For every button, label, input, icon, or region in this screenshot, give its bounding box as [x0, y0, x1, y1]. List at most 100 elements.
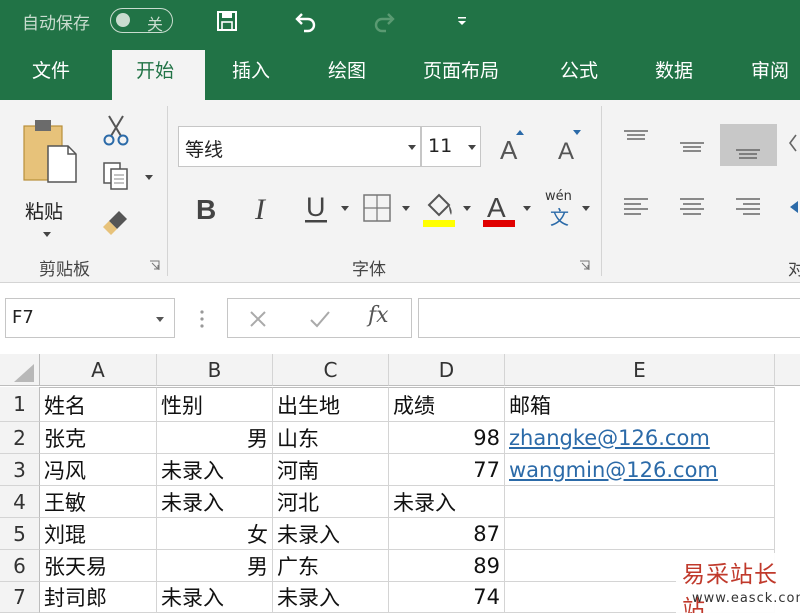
row-header-4[interactable]: 4	[0, 486, 40, 518]
cell-b2[interactable]: 男	[157, 422, 273, 454]
cell-e2[interactable]: zhangke@126.com	[505, 422, 775, 454]
phonetic-guide-button[interactable]: wén 文	[544, 189, 576, 231]
cell-a7[interactable]: 封司郎	[40, 582, 157, 613]
cell-d5[interactable]: 87	[389, 518, 505, 550]
font-color-dropdown-caret[interactable]	[523, 206, 531, 211]
customize-qat-button[interactable]	[446, 6, 478, 36]
font-name-dropdown-caret[interactable]	[408, 145, 416, 150]
tab-review[interactable]: 审阅	[751, 56, 789, 83]
bold-button[interactable]: B	[188, 188, 224, 228]
column-header-d[interactable]: D	[389, 354, 505, 386]
font-name-box[interactable]: 等线	[178, 126, 421, 167]
formula-bar-grip-icon[interactable]	[198, 308, 206, 330]
cell-c4[interactable]: 河北	[273, 486, 389, 518]
cell-a4[interactable]: 王敏	[40, 486, 157, 518]
copy-dropdown-caret[interactable]	[145, 175, 153, 180]
align-center-button[interactable]	[674, 190, 710, 224]
column-header-overflow[interactable]	[775, 354, 800, 386]
align-bottom-button[interactable]	[720, 124, 777, 166]
cell-c5[interactable]: 未录入	[273, 518, 389, 550]
cell-e4[interactable]	[505, 486, 775, 518]
name-box[interactable]: F7	[5, 298, 175, 338]
cell-c3[interactable]: 河南	[273, 454, 389, 486]
paste-dropdown-caret[interactable]	[43, 232, 51, 237]
align-left-button[interactable]	[618, 190, 654, 224]
cell-d3[interactable]: 77	[389, 454, 505, 486]
underline-button[interactable]: U	[298, 188, 334, 228]
tab-draw[interactable]: 绘图	[328, 56, 366, 83]
cell-c2[interactable]: 山东	[273, 422, 389, 454]
row-header-2[interactable]: 2	[0, 422, 40, 454]
decrease-font-size-button[interactable]: A	[552, 124, 586, 166]
borders-button[interactable]	[360, 191, 394, 225]
cell-c7[interactable]: 未录入	[273, 582, 389, 613]
row-header-7[interactable]: 7	[0, 582, 40, 613]
column-header-b[interactable]: B	[157, 354, 273, 386]
font-size-dropdown-caret[interactable]	[468, 145, 476, 150]
row-header-6[interactable]: 6	[0, 550, 40, 582]
column-header-c[interactable]: C	[273, 354, 389, 386]
fill-color-dropdown-caret[interactable]	[463, 206, 471, 211]
cell-a3[interactable]: 冯风	[40, 454, 157, 486]
undo-button[interactable]	[290, 6, 322, 36]
align-right-button[interactable]	[730, 190, 766, 224]
column-header-e[interactable]: E	[505, 354, 775, 386]
format-painter-button[interactable]	[98, 204, 134, 240]
tab-data[interactable]: 数据	[655, 56, 693, 83]
select-all-button[interactable]	[0, 354, 40, 386]
cell-c1[interactable]: 出生地	[273, 387, 389, 422]
insert-function-button[interactable]: fx	[368, 303, 389, 328]
phonetic-dropdown-caret[interactable]	[582, 206, 590, 211]
tab-insert[interactable]: 插入	[232, 56, 270, 83]
cell-b5[interactable]: 女	[157, 518, 273, 550]
tab-home[interactable]: 开始	[112, 50, 205, 100]
increase-font-size-button[interactable]: A	[494, 124, 528, 166]
cut-button[interactable]	[98, 112, 134, 148]
tab-page-layout[interactable]: 页面布局	[423, 56, 499, 83]
orientation-button[interactable]	[784, 128, 800, 158]
paste-button[interactable]	[16, 112, 82, 190]
copy-button[interactable]	[98, 158, 134, 194]
formula-input[interactable]	[418, 298, 800, 338]
cell-b6[interactable]: 男	[157, 550, 273, 582]
cell-b7[interactable]: 未录入	[157, 582, 273, 613]
cell-a5[interactable]: 刘琨	[40, 518, 157, 550]
fill-color-button[interactable]	[420, 188, 458, 230]
cell-e3[interactable]: wangmin@126.com	[505, 454, 775, 486]
cell-a1[interactable]: 姓名	[40, 387, 157, 422]
cancel-entry-button[interactable]	[240, 305, 276, 333]
cell-e1[interactable]: 邮箱	[505, 387, 775, 422]
cell-b1[interactable]: 性别	[157, 387, 273, 422]
cell-b3[interactable]: 未录入	[157, 454, 273, 486]
tab-file[interactable]: 文件	[32, 56, 70, 83]
autosave-toggle[interactable]: 关	[110, 8, 173, 34]
font-launcher-icon[interactable]	[579, 260, 590, 271]
font-color-button[interactable]: A	[480, 188, 518, 230]
enter-button[interactable]	[302, 305, 338, 333]
cell-d2[interactable]: 98	[389, 422, 505, 454]
borders-dropdown-caret[interactable]	[402, 206, 410, 211]
cell-e5[interactable]	[505, 518, 775, 550]
save-button[interactable]	[211, 6, 243, 36]
cell-d7[interactable]: 74	[389, 582, 505, 613]
row-header-3[interactable]: 3	[0, 454, 40, 486]
cell-d6[interactable]: 89	[389, 550, 505, 582]
redo-button[interactable]	[368, 6, 400, 36]
align-middle-button[interactable]	[674, 132, 710, 162]
cell-a2[interactable]: 张克	[40, 422, 157, 454]
column-header-a[interactable]: A	[40, 354, 157, 386]
cell-b4[interactable]: 未录入	[157, 486, 273, 518]
align-top-button[interactable]	[618, 124, 654, 154]
decrease-indent-button[interactable]	[784, 190, 800, 224]
row-header-1[interactable]: 1	[0, 387, 40, 422]
cell-a6[interactable]: 张天易	[40, 550, 157, 582]
row-header-5[interactable]: 5	[0, 518, 40, 550]
underline-dropdown-caret[interactable]	[341, 206, 349, 211]
cell-d1[interactable]: 成绩	[389, 387, 505, 422]
cell-c6[interactable]: 广东	[273, 550, 389, 582]
font-size-box[interactable]: 11	[421, 126, 481, 167]
italic-button[interactable]: I	[244, 188, 280, 228]
clipboard-launcher-icon[interactable]	[149, 260, 160, 271]
paste-label[interactable]: 粘贴	[25, 197, 63, 224]
name-box-dropdown-caret[interactable]	[156, 317, 164, 322]
